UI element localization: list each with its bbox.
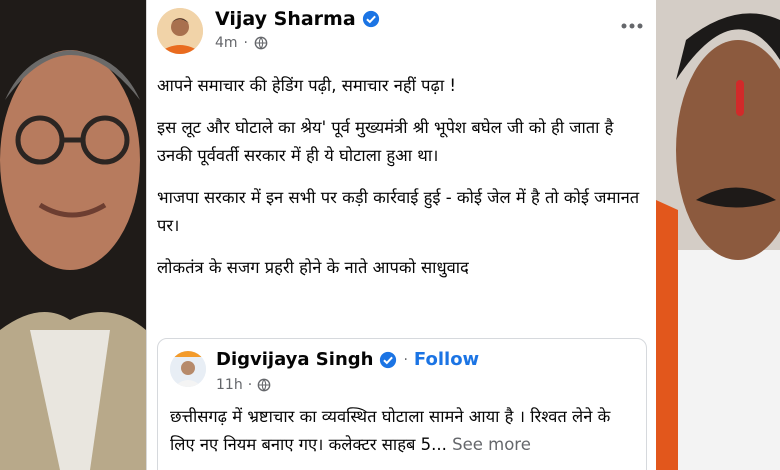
more-options-button[interactable]: [621, 10, 643, 34]
author-name[interactable]: Vijay Sharma: [215, 8, 356, 30]
post-timestamp[interactable]: 4m: [215, 35, 238, 51]
facebook-post: Vijay Sharma 4m · आपने समाचार की हेडिंग …: [146, 0, 658, 470]
globe-icon: [257, 378, 271, 392]
shared-post[interactable]: Digvijaya Singh · Follow 11h · छत्तीसगढ़…: [157, 338, 647, 470]
follow-button[interactable]: Follow: [414, 349, 479, 370]
shared-post-text: छत्तीसगढ़ में भ्रष्टाचार का व्यवस्थित घो…: [170, 403, 636, 459]
post-paragraph: इस लूट और घोटाले का श्रेय' पूर्व मुख्यमं…: [157, 118, 614, 165]
verified-badge-icon: [380, 351, 397, 368]
shared-author-avatar[interactable]: [170, 351, 206, 387]
see-more-link[interactable]: See more: [452, 435, 531, 454]
post-paragraph: लोकतंत्र के सजग प्रहरी होने के नाते आपको…: [157, 258, 469, 277]
shared-post-body: छत्तीसगढ़ में भ्रष्टाचार का व्यवस्थित घो…: [170, 407, 611, 454]
shared-post-timestamp[interactable]: 11h: [216, 377, 243, 393]
post-header: Vijay Sharma 4m ·: [147, 0, 657, 60]
post-text: आपने समाचार की हेडिंग पढ़ी, समाचार नहीं …: [157, 72, 647, 296]
shared-author-name[interactable]: Digvijaya Singh: [216, 349, 373, 370]
more-horizontal-icon: [621, 23, 643, 29]
author-avatar[interactable]: [157, 8, 203, 54]
separator-dot: ·: [403, 351, 408, 368]
right-person-photo: [656, 0, 780, 470]
left-person-photo: [0, 0, 146, 470]
globe-icon: [254, 36, 268, 50]
post-paragraph: आपने समाचार की हेडिंग पढ़ी, समाचार नहीं …: [157, 76, 456, 95]
verified-badge-icon: [362, 10, 379, 28]
post-paragraph: भाजपा सरकार में इन सभी पर कड़ी कार्रवाई …: [157, 188, 640, 235]
